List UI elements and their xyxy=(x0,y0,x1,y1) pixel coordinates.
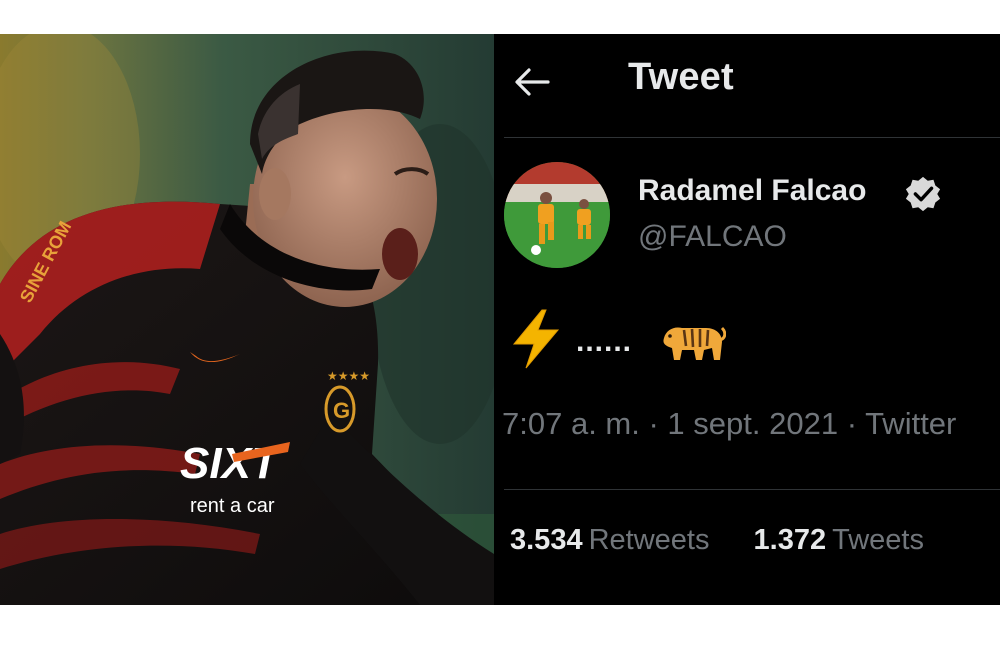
page-title: Tweet xyxy=(628,56,734,98)
stats-divider xyxy=(504,489,1000,490)
timestamp-separator: · xyxy=(648,406,668,441)
lightning-emoji-icon xyxy=(512,309,560,369)
retweets-stat[interactable]: 3.534 Retweets xyxy=(510,524,709,557)
sponsor-logo: SIXT rent a car xyxy=(180,439,290,517)
tweet-ellipsis: ...... xyxy=(576,325,633,358)
verified-badge-icon xyxy=(905,176,941,212)
quote-tweets-label: Tweets xyxy=(832,524,924,556)
svg-text:rent a car: rent a car xyxy=(190,495,275,517)
player-photo: G ★★★★ SINE ROM SIXT rent a car xyxy=(0,34,494,605)
timestamp-separator: · xyxy=(846,406,866,441)
tiger-emoji-icon xyxy=(663,326,727,360)
avatar[interactable] xyxy=(504,162,610,268)
tweet-time[interactable]: 7:07 a. m. xyxy=(502,406,640,441)
svg-text:SIXT: SIXT xyxy=(180,439,281,488)
tweet-source[interactable]: Twitter xyxy=(865,406,956,441)
tweet-text: ...... xyxy=(508,304,727,374)
tweet-header: Tweet xyxy=(494,34,1000,136)
author-display-name[interactable]: Radamel Falcao xyxy=(638,174,866,208)
svg-text:★★★★: ★★★★ xyxy=(327,369,370,383)
retweets-label: Retweets xyxy=(588,524,710,556)
tweet-stats: 3.534 Retweets 1.372 Tweets xyxy=(510,524,960,557)
quote-tweets-stat[interactable]: 1.372 Tweets xyxy=(754,524,924,557)
header-divider xyxy=(504,137,1000,138)
player-illustration: G ★★★★ SINE ROM SIXT rent a car xyxy=(0,34,494,605)
author-handle[interactable]: @FALCAO xyxy=(638,220,787,254)
back-button[interactable] xyxy=(510,60,554,104)
tweet-timestamp: 7:07 a. m. · 1 sept. 2021 · Twitter xyxy=(502,406,956,442)
tweet-date[interactable]: 1 sept. 2021 xyxy=(667,406,838,441)
back-arrow-icon xyxy=(515,68,550,96)
retweets-count: 3.534 xyxy=(510,524,583,556)
avatar-image xyxy=(504,162,610,268)
quote-tweets-count: 1.372 xyxy=(753,524,827,556)
screenshot-frame: G ★★★★ SINE ROM SIXT rent a car Tweet Ra… xyxy=(0,34,1000,605)
tweet-panel: Tweet Radamel Falcao @FALCAO ...... 7:07… xyxy=(494,34,1000,605)
svg-text:G: G xyxy=(333,398,350,423)
